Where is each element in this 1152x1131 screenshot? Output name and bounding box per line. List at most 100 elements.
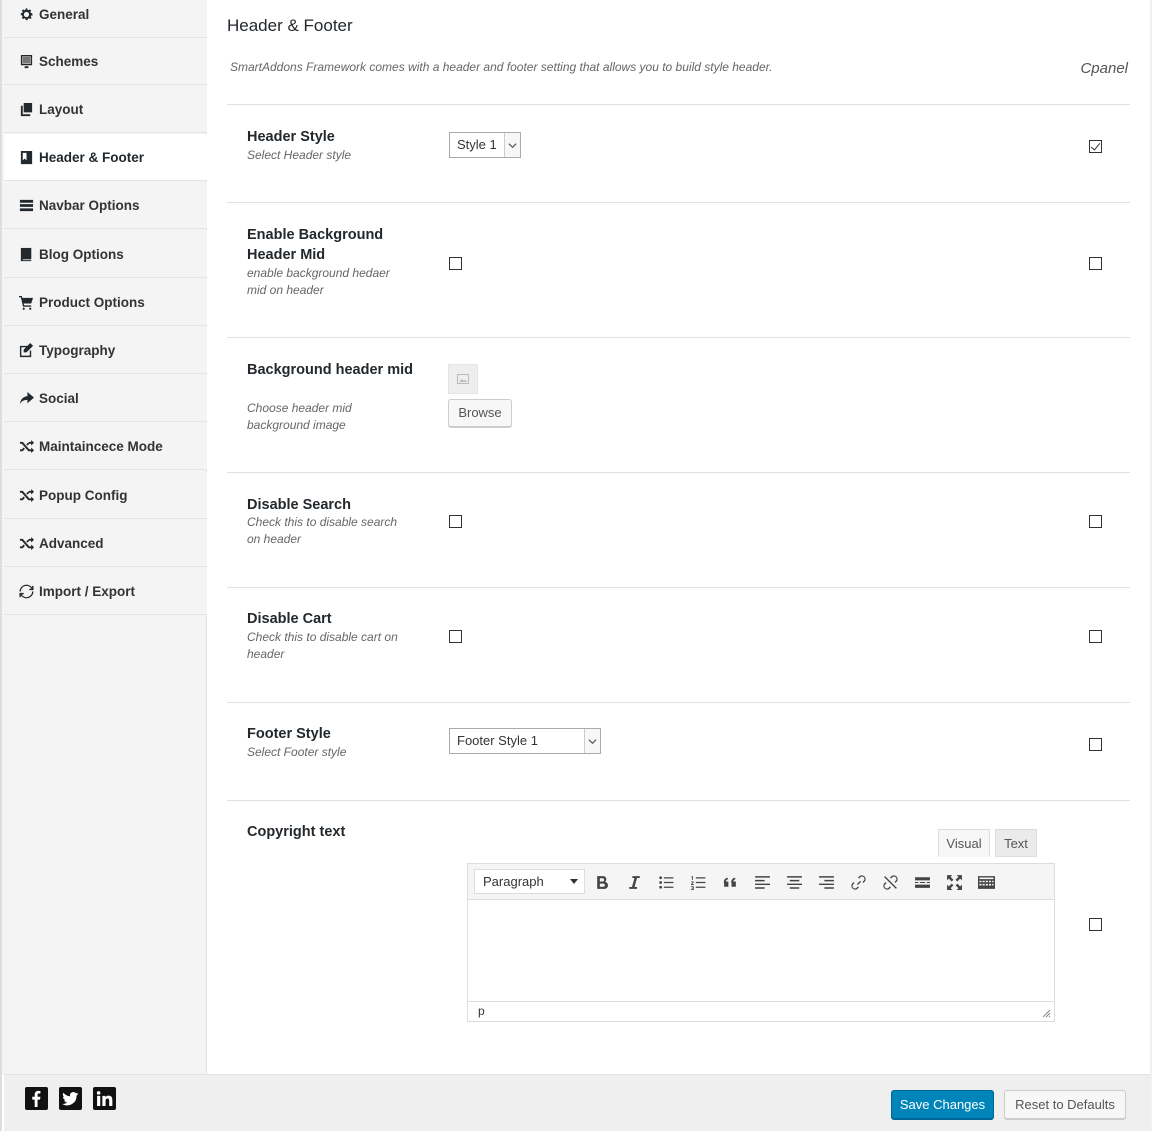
sidebar-item-typography[interactable]: Typography: [4, 327, 207, 374]
sidebar-item-label: General: [39, 6, 90, 22]
editor-status-path: p: [468, 1001, 1054, 1021]
align-right-icon[interactable]: [814, 870, 838, 894]
sidebar: General Schemes Layout Header & Footer N…: [2, 0, 208, 1074]
unlink-icon[interactable]: [878, 870, 902, 894]
cpanel-heading: Cpanel: [1080, 60, 1128, 77]
field-label: Disable Search: [247, 497, 351, 513]
field-row-disable-search: Disable Search Check this to disable sea…: [227, 472, 1130, 587]
monitor-icon: [18, 53, 34, 69]
header-style-select[interactable]: Style 1: [449, 132, 521, 158]
read-more-icon[interactable]: [910, 870, 934, 894]
enable-bg-header-mid-checkbox[interactable]: [449, 257, 462, 270]
field-description: Check this to disable search on header: [247, 515, 398, 546]
field-description: Select Header style: [247, 148, 352, 162]
blockquote-icon[interactable]: [718, 870, 742, 894]
chevron-down-icon: [584, 729, 600, 753]
footer-bar: Save Changes Reset to Defaults: [4, 1074, 1150, 1131]
sidebar-item-label: Navbar Options: [39, 197, 140, 213]
chevron-down-icon: [504, 133, 520, 157]
field-row-enable-bg-header-mid: Enable Background Header Mid enable back…: [227, 202, 1130, 337]
sidebar-item-product-options[interactable]: Product Options: [4, 279, 207, 326]
sidebar-item-label: Popup Config: [39, 487, 128, 503]
footer-style-select[interactable]: Footer Style 1: [449, 728, 601, 754]
field-label: Footer Style: [247, 726, 331, 742]
bookmark-icon: [18, 149, 34, 165]
field-label: Disable Cart: [247, 611, 332, 627]
copy-icon: [18, 101, 34, 117]
fullscreen-icon[interactable]: [942, 870, 966, 894]
cart-icon: [18, 294, 34, 310]
disable-search-checkbox[interactable]: [449, 515, 462, 528]
caret-down-icon: [570, 879, 578, 884]
toolbar-toggle-icon[interactable]: [974, 870, 998, 894]
field-row-footer-style: Footer Style Select Footer style Footer …: [227, 702, 1130, 800]
sidebar-item-label: Product Options: [39, 294, 145, 310]
sidebar-item-blog-options[interactable]: Blog Options: [4, 231, 207, 278]
sidebar-item-general[interactable]: General: [4, 0, 207, 38]
section-title: Header & Footer: [227, 16, 353, 35]
sidebar-item-label: Header & Footer: [39, 149, 145, 165]
share-icon: [18, 390, 34, 406]
twitter-icon[interactable]: [59, 1087, 82, 1110]
format-select[interactable]: Paragraph: [474, 869, 585, 894]
sidebar-item-header-footer[interactable]: Header & Footer: [4, 134, 208, 181]
field-label: Background header mid: [247, 362, 413, 378]
tab-visual[interactable]: Visual: [938, 829, 990, 857]
numbered-list-icon[interactable]: [686, 870, 710, 894]
disable-cart-checkbox[interactable]: [449, 630, 462, 643]
resize-handle-icon[interactable]: [1042, 1009, 1051, 1018]
section-description: SmartAddons Framework comes with a heade…: [230, 60, 773, 74]
field-row-copyright-text: Copyright text Visual Text Paragraph p: [227, 800, 1130, 1040]
gear-icon: [18, 6, 34, 22]
tab-text[interactable]: Text: [995, 829, 1037, 857]
sidebar-item-label: Maintaincece Mode: [39, 438, 163, 454]
browse-button[interactable]: Browse: [448, 399, 512, 427]
format-value: Paragraph: [483, 874, 544, 889]
image-preview: [448, 364, 478, 394]
cpanel-checkbox[interactable]: [1089, 918, 1102, 931]
sidebar-item-popup-config[interactable]: Popup Config: [4, 472, 207, 519]
field-label: Copyright text: [247, 824, 346, 840]
image-placeholder-icon: [457, 374, 469, 384]
link-icon[interactable]: [846, 870, 870, 894]
shuffle-icon: [18, 487, 34, 503]
sidebar-item-layout[interactable]: Layout: [4, 86, 207, 133]
sidebar-item-social[interactable]: Social: [4, 375, 207, 422]
cpanel-checkbox[interactable]: [1089, 140, 1102, 153]
italic-icon[interactable]: [622, 870, 646, 894]
align-center-icon[interactable]: [782, 870, 806, 894]
bullet-list-icon[interactable]: [654, 870, 678, 894]
cpanel-checkbox[interactable]: [1089, 257, 1102, 270]
field-label: Header Style: [247, 129, 335, 145]
cpanel-checkbox[interactable]: [1089, 738, 1102, 751]
field-row-disable-cart: Disable Cart Check this to disable cart …: [227, 587, 1130, 702]
field-label: Enable Background Header Mid: [247, 227, 384, 263]
book-icon: [18, 246, 34, 262]
linkedin-icon[interactable]: [93, 1087, 116, 1110]
align-left-icon[interactable]: [750, 870, 774, 894]
sidebar-item-advanced[interactable]: Advanced: [4, 520, 207, 567]
refresh-icon: [18, 583, 34, 599]
cpanel-checkbox[interactable]: [1089, 515, 1102, 528]
field-description: Check this to disable cart on header: [247, 630, 398, 661]
select-value: Footer Style 1: [457, 733, 538, 748]
field-description: enable background hedaer mid on header: [247, 266, 390, 297]
status-path: p: [478, 1004, 485, 1018]
reset-defaults-button[interactable]: Reset to Defaults: [1004, 1090, 1126, 1119]
shuffle-icon: [18, 438, 34, 454]
copyright-editor: Paragraph p: [467, 863, 1055, 1022]
options-panel: General Schemes Layout Header & Footer N…: [0, 0, 1150, 1131]
editor-content-area[interactable]: [468, 900, 1054, 1001]
edit-icon: [18, 342, 34, 358]
save-changes-button[interactable]: Save Changes: [891, 1090, 994, 1119]
sidebar-item-schemes[interactable]: Schemes: [4, 38, 207, 85]
bold-icon[interactable]: [590, 870, 614, 894]
facebook-icon[interactable]: [25, 1087, 48, 1110]
sidebar-item-label: Typography: [39, 342, 116, 358]
sidebar-item-maintaincece-mode[interactable]: Maintaincece Mode: [4, 423, 207, 470]
sidebar-item-navbar-options[interactable]: Navbar Options: [4, 182, 207, 229]
menu-icon: [18, 197, 34, 213]
field-description: Choose header mid background image: [247, 401, 352, 432]
cpanel-checkbox[interactable]: [1089, 630, 1102, 643]
sidebar-item-import-export[interactable]: Import / Export: [4, 568, 207, 615]
